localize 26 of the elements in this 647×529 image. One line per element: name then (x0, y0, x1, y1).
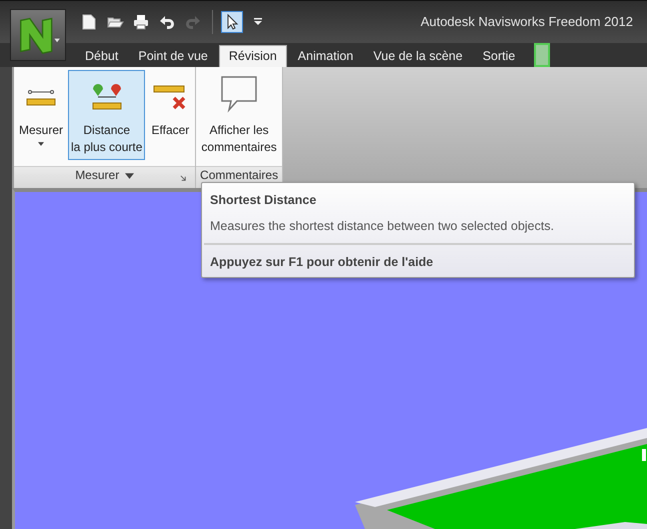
tooltip-title: Shortest Distance (210, 193, 318, 207)
printer-icon (132, 12, 150, 31)
tooltip-description: Measures the shortest distance between two selected objects. (210, 219, 555, 233)
tooltip-help: Appuyez sur F1 pour obtenir de l'aide (210, 255, 434, 269)
app-menu-button[interactable] (10, 9, 66, 61)
caret-icon (38, 142, 44, 146)
select-tool-button[interactable] (221, 10, 243, 33)
shortest-distance-button[interactable]: Distance la plus courte (68, 70, 146, 160)
ribbon-tab[interactable]: Vue de la scène (364, 46, 472, 67)
caret-icon (254, 18, 262, 26)
clear-button[interactable]: Effacer (147, 70, 194, 160)
ribbon-tab[interactable]: Point de vue (129, 46, 217, 67)
speech-bubble-icon (219, 74, 260, 114)
ribbon-tab[interactable]: Début (76, 46, 128, 67)
status-indicator (534, 42, 550, 67)
window-title: Autodesk Navisworks Freedom 2012 (420, 14, 633, 30)
ribbon-tab[interactable]: Sortie (474, 46, 524, 67)
ribbon-tab[interactable]: Révision (218, 44, 287, 67)
caret-icon[interactable] (125, 173, 134, 179)
comments-button[interactable]: Afficher les commentaires (198, 70, 280, 160)
panel-title: Commentaires (200, 168, 278, 182)
ribbon-tab[interactable]: Animation (288, 46, 362, 67)
dialog-launcher-icon[interactable] (180, 175, 188, 182)
panel-title: Mesurer (75, 168, 120, 182)
measure-button[interactable]: Mesurer (16, 70, 66, 160)
page-icon (80, 12, 98, 31)
